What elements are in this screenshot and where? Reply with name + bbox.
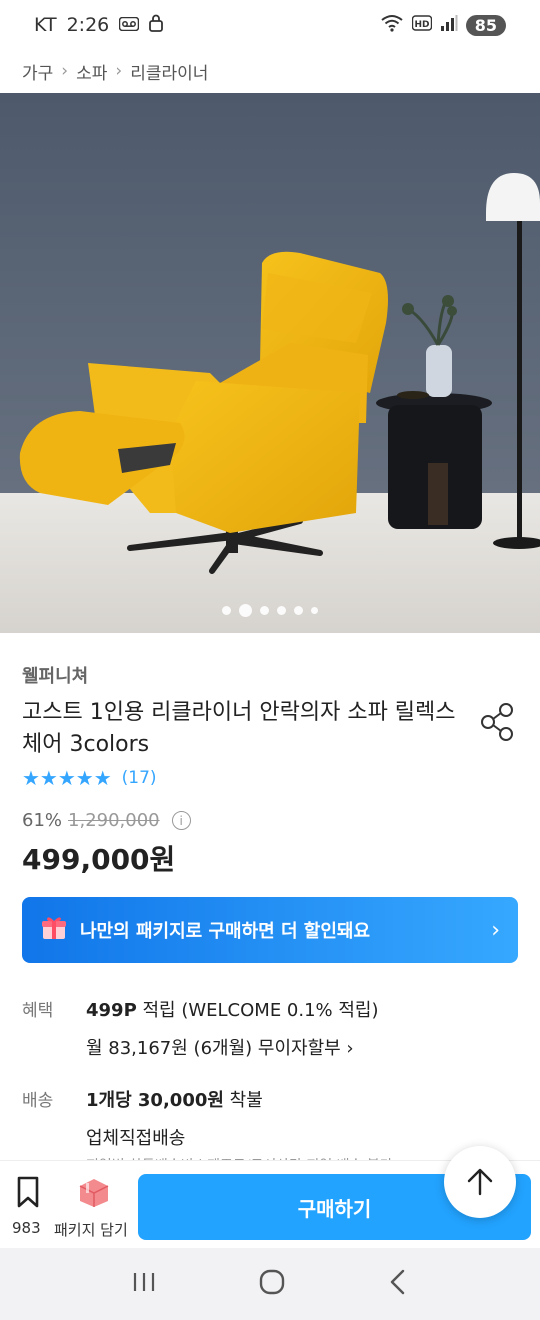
back-icon[interactable]	[387, 1268, 409, 1300]
rating-row[interactable]: ★★★★★ (17)	[22, 766, 157, 790]
package-add-label: 패키지 담기	[54, 1221, 128, 1239]
points-amount: 499P	[86, 1000, 137, 1021]
breadcrumb-item-recliner[interactable]: 리클라이너	[130, 59, 208, 84]
product-image-carousel[interactable]	[0, 93, 540, 633]
shipping-label: 배송	[22, 1091, 54, 1111]
system-navigation-bar	[0, 1248, 540, 1320]
benefit-label: 혜택	[22, 1001, 54, 1021]
voicemail-icon	[119, 14, 140, 36]
breadcrumb-item-sofa[interactable]: 소파	[76, 59, 107, 84]
product-title: 고스트 1인용 리클라이너 안락의자 소파 릴렉스체어 3colors	[22, 700, 456, 757]
shipping-fee-amount: 1개당 30,000원	[86, 1090, 224, 1111]
lock-icon	[149, 14, 164, 37]
wifi-icon	[380, 14, 404, 37]
scroll-to-top-button[interactable]	[444, 1146, 516, 1218]
chevron-right-icon: ›	[340, 1038, 354, 1059]
status-bar: KT 2:26 HD 85	[0, 0, 540, 50]
installment-text: 월 83,167원 (6개월) 무이자할부	[86, 1038, 341, 1059]
brand-name[interactable]: 웰퍼니쳐	[22, 662, 88, 688]
recent-apps-icon[interactable]	[131, 1271, 157, 1297]
review-count[interactable]: (17)	[122, 768, 157, 788]
carousel-dot-active[interactable]	[239, 604, 252, 617]
points-description: 적립 (WELCOME 0.1% 적립)	[136, 1000, 379, 1021]
clock-text: 2:26	[66, 14, 110, 36]
carousel-dot[interactable]	[277, 606, 286, 615]
bookmark-count: 983	[12, 1219, 41, 1237]
share-icon[interactable]	[478, 700, 518, 744]
hd-icon: HD	[411, 14, 432, 36]
package-box-icon	[79, 1179, 109, 1207]
svg-text:HD: HD	[414, 20, 429, 30]
benefit-points: 499P 적립 (WELCOME 0.1% 적립)	[86, 996, 379, 1022]
carousel-dot[interactable]	[260, 606, 269, 615]
signal-icon	[440, 14, 458, 37]
shipping-fee-suffix: 착불	[223, 1090, 263, 1111]
breadcrumb-item-furniture[interactable]: 가구	[22, 59, 53, 84]
battery-indicator: 85	[465, 14, 506, 36]
package-banner-label: 나만의 패키지로 구매하면 더 할인돼요	[80, 921, 371, 942]
package-discount-banner[interactable]: 나만의 패키지로 구매하면 더 할인돼요 ›	[22, 897, 518, 963]
chevron-right-icon: ›	[61, 61, 69, 81]
carrier-text: KT	[34, 14, 57, 36]
bookmark-icon[interactable]	[10, 1175, 46, 1213]
info-icon[interactable]: i	[171, 811, 191, 830]
carousel-dots	[0, 604, 540, 617]
shipping-method: 업체직접배송	[86, 1128, 186, 1149]
breadcrumb: 가구 › 소파 › 리클라이너	[22, 50, 208, 92]
product-photo	[0, 93, 540, 633]
star-rating-icon: ★★★★★	[22, 766, 112, 790]
carousel-dot[interactable]	[222, 606, 231, 615]
carousel-dot[interactable]	[311, 607, 318, 614]
price-discount-row: 61% 1,290,000 i	[22, 810, 191, 831]
chevron-right-icon: ›	[491, 917, 500, 943]
sale-price: 499,000원	[22, 843, 176, 876]
package-add-button[interactable]	[54, 1175, 134, 1213]
chevron-right-icon: ›	[115, 61, 123, 81]
installment-link[interactable]: 월 83,167원 (6개월) 무이자할부 ›	[86, 1034, 354, 1060]
shipping-fee: 1개당 30,000원 착불	[86, 1086, 263, 1112]
home-icon[interactable]	[258, 1268, 286, 1300]
carousel-dot[interactable]	[294, 606, 303, 615]
discount-rate: 61%	[22, 810, 63, 831]
gift-box-icon	[40, 914, 68, 947]
original-price: 1,290,000	[68, 810, 160, 831]
arrow-up-icon	[467, 1168, 493, 1196]
